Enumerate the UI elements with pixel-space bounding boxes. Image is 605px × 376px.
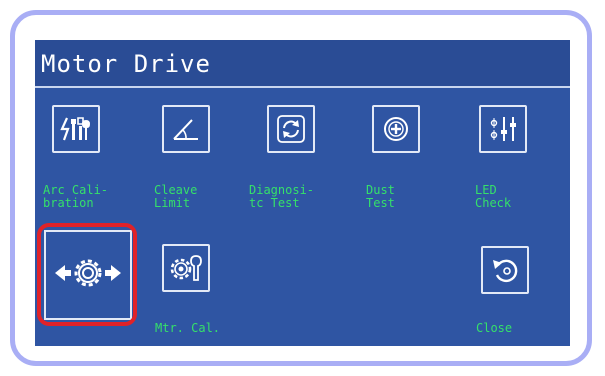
diagnostic-refresh-icon (274, 112, 308, 146)
arc-calibration-icon (58, 114, 94, 144)
gear-wrench-icon (168, 252, 204, 284)
close-label: Close (476, 321, 513, 335)
motor-calibration-label: Mtr. Cal. (155, 321, 221, 335)
diagnostic-test-button[interactable] (267, 105, 315, 153)
close-return-icon (489, 254, 521, 286)
device-screen: Motor Drive Arc Cali- bration Cleave Lim… (35, 40, 570, 346)
arc-calibration-button[interactable] (52, 105, 100, 153)
motor-calibration-button[interactable] (162, 244, 210, 292)
led-check-button[interactable] (479, 105, 527, 153)
arc-calibration-label: Arc Cali- bration (43, 183, 109, 210)
led-check-label: LED Check (475, 183, 512, 210)
page-title: Motor Drive (41, 50, 211, 78)
diagnostic-test-label: Diagnosi- tc Test (249, 183, 315, 210)
dust-test-label: Dust Test (366, 183, 395, 210)
dust-plus-icon (380, 113, 412, 145)
selection-highlight (37, 223, 137, 326)
title-bar: Motor Drive (35, 40, 570, 88)
cleave-limit-button[interactable] (162, 105, 210, 153)
close-button[interactable] (481, 246, 529, 294)
led-sliders-icon (486, 114, 520, 144)
dust-test-button[interactable] (372, 105, 420, 153)
cleave-angle-icon (169, 114, 203, 144)
cleave-limit-label: Cleave Limit (154, 183, 198, 210)
